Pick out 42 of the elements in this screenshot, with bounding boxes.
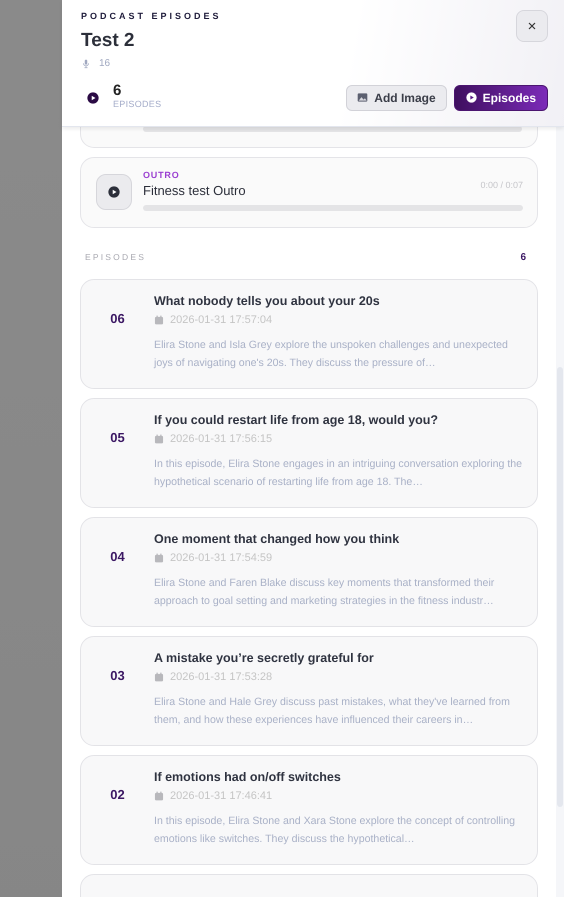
episode-title: If emotions had on/off switches <box>154 770 342 785</box>
mic-count: 16 <box>99 57 110 72</box>
calendar-icon <box>154 553 164 564</box>
close-button[interactable] <box>516 10 548 42</box>
calendar-icon <box>154 434 164 444</box>
episode-count-label: EPISODES <box>113 98 162 112</box>
episode-title: What nobody tells you about your 20s <box>154 294 381 309</box>
play-icon <box>108 186 120 198</box>
calendar-icon <box>154 315 164 326</box>
episode-card[interactable] <box>80 398 538 508</box>
add-image-button[interactable]: Add Image <box>346 84 447 111</box>
play-icon <box>466 92 477 104</box>
episode-count: 6 <box>520 250 526 265</box>
episode-description: Elira Stone and Faren Blake discuss key moments that transformed their approach to goal setting and marketing strategies in the fitness industr… <box>154 576 496 610</box>
segment-tag: OUTRO <box>143 169 246 183</box>
episode-title: If you could restart life from age 18, would you? <box>154 412 440 428</box>
episode-description: In this episode, Elira Stone and Xara Stone explore the concept of controlling emotions like switches. They discuss the hypothetical… <box>154 814 516 848</box>
calendar-icon <box>154 791 164 802</box>
episode-description: In this episode, Elira Stone engages in an intriguing conversation exploring the hypothetical scenario of restarting life from age 18. The… <box>154 457 524 490</box>
podcast-title: Test 2 <box>81 30 136 52</box>
microphone-icon <box>81 58 91 69</box>
episode-title: A mistake you’re secretly grateful for <box>154 650 375 666</box>
episode-card[interactable] <box>80 636 538 746</box>
close-icon <box>526 20 538 32</box>
section-heading: EPISODES <box>85 250 146 264</box>
episode-number: 02 <box>109 786 126 804</box>
episode-number: 05 <box>109 428 126 447</box>
calendar-icon <box>154 672 164 682</box>
episode-card[interactable] <box>80 516 538 627</box>
section-label: PODCAST EPISODES <box>81 10 222 23</box>
play-icon <box>87 92 99 104</box>
episode-description: Elira Stone and Isla Grey explore the unspoken challenges and unexpected joys of navigating one's 20s. They discuss the pressure of… <box>154 338 509 372</box>
episodes-button[interactable]: Episodes <box>454 84 548 111</box>
episode-number: 03 <box>109 666 126 685</box>
play-button[interactable] <box>96 174 132 210</box>
track-title: Fitness test Outro <box>143 182 246 198</box>
image-icon <box>357 92 368 104</box>
episode-description: Elira Stone and Hale Grey discuss past mistakes, what they've learned from them, and how these experiences have influenced their careers in… <box>154 695 511 728</box>
episode-number: 06 <box>109 310 126 328</box>
episode-number: 04 <box>109 548 126 566</box>
episode-count: 6 <box>113 83 122 98</box>
episode-title: One moment that changed how you think <box>154 532 400 547</box>
